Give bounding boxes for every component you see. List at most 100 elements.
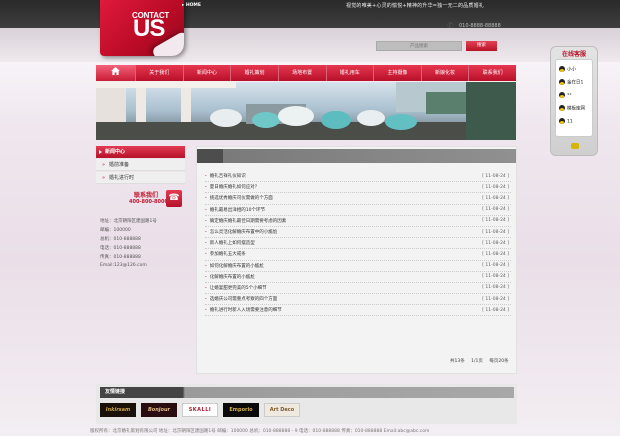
slogan: 视觉的唯美+心灵的愉悦+精神的升华=独一无二的品质婚礼 (346, 3, 484, 9)
news-row[interactable]: 选婚庆公司需重点考察的四个方面 [ 11-08-24 ] (205, 294, 511, 306)
news-title[interactable]: 夏日婚庆婚礼如何应对？ (205, 184, 260, 190)
home-link[interactable]: ▸ HOME (182, 3, 201, 8)
qq-contact[interactable]: 模板库网 (559, 105, 585, 113)
news-title[interactable]: 新人婚礼上如何摆造型 (205, 240, 255, 246)
pager-total: 共13条 (450, 359, 465, 364)
pager-pages: 1/1页 (471, 359, 483, 364)
news-title[interactable]: 确定婚庆婚礼最佳日期需要考虑的因素 (205, 218, 287, 224)
news-date: [ 11-08-24 ] (482, 307, 509, 313)
zip-line: 邮编：100000 (100, 228, 131, 233)
friend-logo-1[interactable]: Inkirsam (100, 403, 136, 417)
online-service-list: 小小 金在日1 ** 模板库网 11 (555, 59, 593, 137)
news-date: [ 11-08-24 ] (482, 296, 509, 302)
news-title[interactable]: 怎么灵活化解婚庆布置中的小尴尬 (205, 229, 278, 235)
friend-logo-2[interactable]: Bonjour (141, 403, 177, 417)
nav-host[interactable]: 主持摄像 (374, 65, 422, 81)
news-date: [ 11-08-24 ] (482, 218, 509, 224)
news-panel: 婚礼吉祥礼仪知识 [ 11-08-24 ] 夏日婚庆婚礼如何应对？ [ 11-08-2… (196, 146, 517, 374)
news-date: [ 11-08-24 ] (482, 251, 509, 257)
news-date: [ 11-08-24 ] (482, 274, 509, 280)
news-title[interactable]: 婚礼进行时新人入场需要注意的细节 (205, 307, 282, 313)
qq-contact-name: 11 (567, 119, 573, 125)
qq-contact[interactable]: 金在日1 (559, 79, 583, 87)
news-title[interactable]: 婚礼最易出洋相的10个环节 (205, 207, 265, 213)
qq-icon (559, 66, 565, 72)
qq-contact-name: 模板库网 (567, 106, 585, 112)
news-row[interactable]: 挑选优秀婚庆司仪需做的个方面 [ 11-08-24 ] (205, 193, 511, 205)
home-icon (111, 67, 120, 75)
pager-per-page: 每页20条 (489, 359, 509, 364)
wedding-banner-image (96, 82, 516, 140)
qq-contact[interactable]: ** (559, 92, 572, 100)
home-link-label: HOME (185, 3, 201, 8)
news-row[interactable]: 怎么灵活化解婚庆布置中的小尴尬 [ 11-08-24 ] (205, 227, 511, 239)
nav-about[interactable]: 关于我们 (136, 65, 184, 81)
friend-links-title: 友情链接 (105, 389, 126, 395)
news-panel-header (197, 149, 516, 163)
sidebar-title: 新闻中心 (96, 146, 185, 158)
nav-contact[interactable]: 联系我们 (469, 65, 516, 81)
contact-box: 联系我们 400-800-8000 ☎ (96, 188, 185, 216)
news-row[interactable]: 参加婚礼五大戒条 [ 11-08-24 ] (205, 249, 511, 261)
top-bar (0, 0, 620, 62)
news-row[interactable]: 婚礼进行时新人入场需要注意的细节 [ 11-08-24 ] (205, 305, 511, 317)
email-line: Email:123@126.com (100, 263, 147, 268)
friend-links-header: 友情链接 (100, 387, 514, 398)
friend-logo-4[interactable]: Emporio (223, 403, 259, 417)
news-date: [ 11-08-24 ] (482, 173, 509, 179)
nav-planning[interactable]: 婚礼策划 (231, 65, 279, 81)
qq-contact-name: 小小 (567, 67, 576, 73)
address-line: 地址：北京朝阳区建国路1号 (100, 219, 157, 224)
service-footer-icon (571, 143, 579, 149)
friend-logo-5[interactable]: Art Deco (264, 403, 300, 417)
news-row[interactable]: 婚礼最易出洋相的10个环节 [ 11-08-24 ] (205, 205, 511, 216)
news-title[interactable]: 参加婚礼五大戒条 (205, 251, 246, 257)
search-input[interactable] (376, 41, 462, 51)
news-title[interactable]: 婚礼吉祥礼仪知识 (205, 173, 246, 179)
footer-text: 版权所有：北京婚礼策划有限公司 地址：北京朝阳区建国路1号 邮编：100000 … (90, 429, 430, 434)
news-panel-tab (197, 149, 223, 163)
news-row[interactable]: 让婚宴甜更完美的5个小细节 [ 11-08-24 ] (205, 283, 511, 295)
qq-contact-name: ** (567, 93, 572, 99)
news-date: [ 11-08-24 ] (482, 207, 509, 213)
friend-logo-3[interactable]: SKALLI (182, 403, 218, 417)
contact-phone: 400-800-8000 (129, 199, 168, 205)
news-date: [ 11-08-24 ] (482, 229, 509, 235)
phone-line: 电话：010-888888 (100, 246, 141, 251)
online-service-title: 在线客服 (561, 51, 586, 58)
qq-contact[interactable]: 11 (559, 118, 573, 126)
search-button[interactable]: 搜索 (466, 41, 497, 51)
contact-us-logo[interactable]: CONTACT US (100, 0, 184, 56)
news-row[interactable]: 化解婚庆布置的小尴尬 [ 11-08-24 ] (205, 272, 511, 283)
nav-venue[interactable]: 场地布置 (279, 65, 327, 81)
news-title[interactable]: 化解婚庆布置的小尴尬 (205, 274, 255, 280)
qq-icon (559, 118, 565, 124)
switchboard-line: 总机：010-888888 (100, 237, 141, 242)
news-date: [ 11-08-24 ] (482, 263, 509, 269)
qq-icon (559, 79, 565, 85)
news-row[interactable]: 如何化解婚庆布置的小尴尬 [ 11-08-24 ] (205, 261, 511, 272)
nav-makeup[interactable]: 新娘化妆 (422, 65, 470, 81)
qq-icon (559, 105, 565, 111)
news-row[interactable]: 夏日婚庆婚礼如何应对？ [ 11-08-24 ] (205, 182, 511, 194)
news-date: [ 11-08-24 ] (482, 240, 509, 246)
telephone-icon: ☎ (166, 190, 182, 207)
news-title[interactable]: 如何化解婚庆布置的小尴尬 (205, 263, 264, 269)
news-title[interactable]: 让婚宴甜更完美的5个小细节 (205, 285, 267, 291)
news-date: [ 11-08-24 ] (482, 184, 509, 190)
news-row[interactable]: 新人婚礼上如何摆造型 [ 11-08-24 ] (205, 238, 511, 250)
sidebar-item-prep[interactable]: 婚前准备 (96, 159, 185, 171)
sidebar-item-ongoing[interactable]: 婚礼进行时 (96, 172, 185, 184)
news-title[interactable]: 选婚庆公司需重点考察的四个方面 (205, 296, 278, 302)
nav-news[interactable]: 新闻中心 (184, 65, 232, 81)
online-service-widget: 在线客服 小小 金在日1 ** 模板库网 11 (550, 46, 598, 156)
nav-cars[interactable]: 婚礼用车 (327, 65, 375, 81)
contact-title: 联系我们 (134, 192, 159, 199)
news-row[interactable]: 确定婚庆婚礼最佳日期需要考虑的因素 [ 11-08-24 ] (205, 216, 511, 227)
nav-home[interactable] (96, 65, 136, 81)
qq-contact[interactable]: 小小 (559, 66, 576, 74)
fax-line: 传真：010-888888 (100, 255, 141, 260)
news-title[interactable]: 挑选优秀婚庆司仪需做的个方面 (205, 195, 273, 201)
news-row[interactable]: 婚礼吉祥礼仪知识 [ 11-08-24 ] (205, 171, 511, 183)
logo-us-text: US (133, 15, 165, 42)
